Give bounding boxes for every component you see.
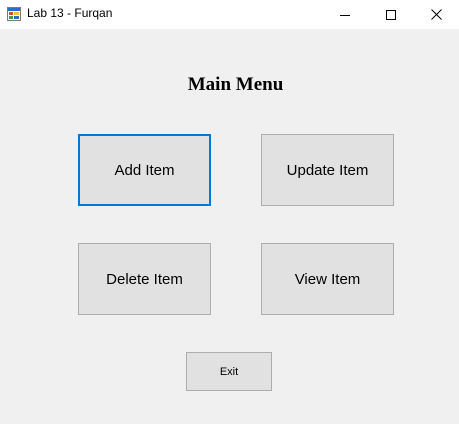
app-form-icon[interactable] xyxy=(7,7,21,21)
close-icon xyxy=(430,9,442,20)
title-bar[interactable]: Lab 13 - Furqan xyxy=(0,0,459,29)
delete-item-button[interactable]: Delete Item xyxy=(78,243,211,315)
main-menu-heading: Main Menu xyxy=(187,74,284,95)
maximize-icon xyxy=(386,9,396,20)
exit-button[interactable]: Exit xyxy=(186,352,272,391)
close-button[interactable] xyxy=(413,0,459,29)
view-item-button[interactable]: View Item xyxy=(261,243,394,315)
update-item-button[interactable]: Update Item xyxy=(261,134,394,206)
add-item-button[interactable]: Add Item xyxy=(78,134,211,206)
maximize-button[interactable] xyxy=(368,0,414,29)
minimize-icon xyxy=(340,14,350,16)
minimize-button[interactable] xyxy=(322,0,368,29)
window-title: Lab 13 - Furqan xyxy=(27,6,113,20)
app-window: Lab 13 - Furqan Main Menu Add Item Updat… xyxy=(0,0,459,424)
